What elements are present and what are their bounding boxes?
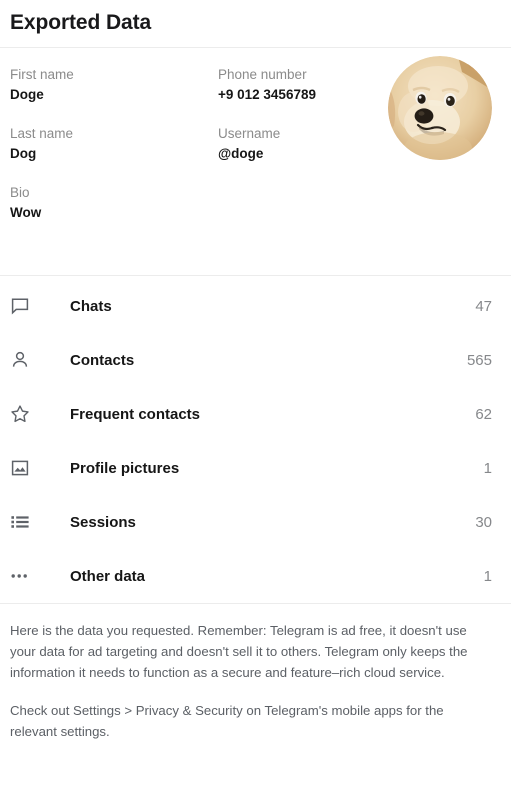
exported-data-page: Exported Data First name Doge Phone numb… [0, 0, 511, 800]
person-icon [10, 350, 44, 370]
footer-notes: Here is the data you requested. Remember… [0, 604, 511, 759]
list-icon [10, 512, 44, 532]
stat-count: 30 [475, 513, 492, 531]
chat-bubble-icon [10, 296, 44, 316]
profile-field-value: +9 012 3456789 [218, 87, 316, 102]
star-icon [10, 404, 44, 424]
profile-field-value: Wow [10, 205, 42, 220]
stat-count: 1 [483, 567, 492, 585]
image-icon [10, 458, 44, 478]
stat-count: 565 [466, 351, 492, 369]
page-header: Exported Data [0, 0, 511, 48]
profile-fields-grid: First name Doge Phone number +9 012 3456… [10, 66, 385, 243]
profile-field-phone-number: Phone number +9 012 3456789 [218, 66, 385, 125]
profile-field-label: Username [218, 126, 281, 141]
stat-label: Other data [70, 567, 146, 585]
avatar [388, 56, 492, 160]
stat-count: 62 [475, 405, 492, 423]
stat-label: Frequent contacts [70, 405, 201, 423]
profile-field-first-name: First name Doge [10, 66, 218, 125]
stat-row-contacts[interactable]: Contacts 565 [0, 333, 511, 387]
doge-avatar-icon [388, 56, 492, 160]
stat-row-frequent-contacts[interactable]: Frequent contacts 62 [0, 387, 511, 441]
stat-count: 47 [475, 297, 492, 315]
profile-field-bio: Bio Wow [10, 184, 218, 243]
profile-section: First name Doge Phone number +9 012 3456… [0, 48, 511, 276]
profile-field-value: Dog [10, 146, 37, 161]
profile-field-label: Last name [10, 126, 74, 141]
profile-field-value: Doge [10, 87, 44, 102]
profile-field-label: Phone number [218, 67, 307, 82]
page-title: Exported Data [10, 10, 152, 34]
stats-list: Chats 47 Contacts 565 Frequent contacts … [0, 276, 511, 604]
stat-row-profile-pictures[interactable]: Profile pictures 1 [0, 441, 511, 495]
stat-label: Contacts [70, 351, 135, 369]
stat-label: Chats [70, 297, 112, 315]
profile-field-username: Username @doge [218, 125, 385, 184]
stat-row-chats[interactable]: Chats 47 [0, 279, 511, 333]
footer-paragraph-privacy: Here is the data you requested. Remember… [10, 623, 468, 680]
profile-field-spacer [218, 184, 385, 243]
stat-row-other-data[interactable]: Other data 1 [0, 549, 511, 603]
ellipsis-icon [10, 566, 44, 586]
stat-count: 1 [483, 459, 492, 477]
stat-row-sessions[interactable]: Sessions 30 [0, 495, 511, 549]
footer-paragraph-settings: Check out Settings > Privacy & Security … [10, 703, 444, 739]
stat-label: Sessions [70, 513, 136, 531]
profile-field-label: Bio [10, 185, 30, 200]
profile-field-last-name: Last name Dog [10, 125, 218, 184]
stat-label: Profile pictures [70, 459, 180, 477]
profile-field-value: @doge [218, 146, 264, 161]
profile-field-label: First name [10, 67, 74, 82]
